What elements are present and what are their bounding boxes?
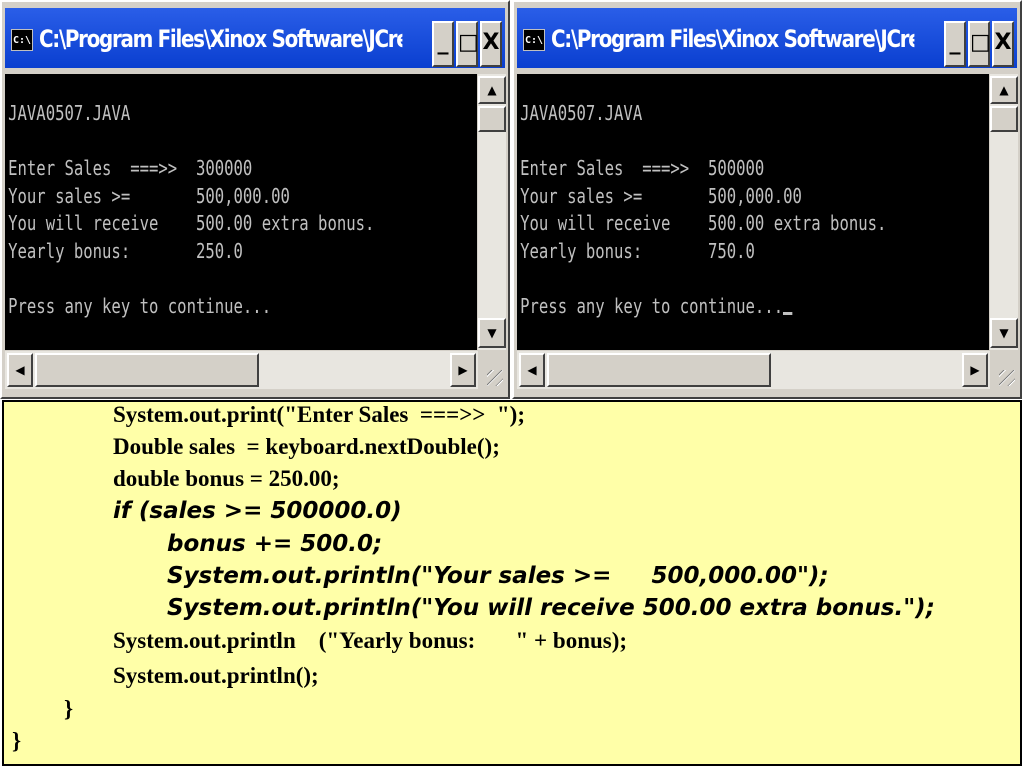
console-line: You will receive 500.00 extra bonus. <box>520 211 887 235</box>
code-line: bonus += 500.0; <box>167 531 383 557</box>
scroll-right-arrow-icon[interactable]: ▶ <box>962 353 988 387</box>
code-line: System.out.print("Enter Sales ===>> "); <box>113 402 525 427</box>
vertical-scroll-thumb[interactable] <box>990 106 1018 132</box>
code-line: if (sales >= 500000.0) <box>113 498 402 524</box>
close-button[interactable]: X <box>480 21 502 67</box>
console-prompt: Press any key to continue... <box>520 293 784 318</box>
text-cursor <box>783 311 793 315</box>
maximize-button[interactable]: □ <box>968 21 991 67</box>
window-title: C:\Program Files\Xinox Software\JCreator… <box>39 25 402 53</box>
code-line: Double sales = keyboard.nextDouble(); <box>113 434 500 459</box>
console-window-right: C:\ C:\Program Files\Xinox Software\JCre… <box>512 0 1022 399</box>
console-icon[interactable]: C:\ <box>11 29 33 51</box>
minimize-button[interactable]: _ <box>944 21 966 67</box>
code-line: } <box>64 696 74 721</box>
resize-grip-icon[interactable] <box>990 351 1018 389</box>
code-line: System.out.println("You will receive 500… <box>167 595 935 621</box>
console-line: Enter Sales ===>> 300000 <box>8 156 253 180</box>
console-header: JAVA0507.JAVA <box>8 101 131 125</box>
maximize-button[interactable]: □ <box>456 21 479 67</box>
resize-grip-icon[interactable] <box>478 351 506 389</box>
code-line: System.out.println(); <box>113 663 319 688</box>
console-output[interactable]: JAVA0507.JAVA Enter Sales ===>> 500000 Y… <box>517 74 989 350</box>
console-output[interactable]: JAVA0507.JAVA Enter Sales ===>> 300000 Y… <box>5 74 477 350</box>
scroll-down-arrow-icon[interactable]: ▼ <box>478 318 506 348</box>
console-line: Enter Sales ===>> 500000 <box>520 156 765 180</box>
scroll-left-arrow-icon[interactable]: ◀ <box>519 353 545 387</box>
horizontal-scrollbar[interactable]: ◀ ▶ <box>5 351 478 389</box>
console-line: Your sales >= 500,000.00 <box>520 183 802 208</box>
code-line: } <box>12 728 22 753</box>
console-header: JAVA0507.JAVA <box>520 101 643 125</box>
minimize-button[interactable]: _ <box>432 21 454 67</box>
console-line: Yearly bonus: 250.0 <box>8 238 243 263</box>
close-button[interactable]: X <box>992 21 1014 67</box>
code-line: double bonus = 250.00; <box>113 466 340 491</box>
title-bar[interactable]: C:\ C:\Program Files\Xinox Software\JCre… <box>517 8 1017 68</box>
horizontal-scroll-thumb[interactable] <box>547 353 771 387</box>
window-title: C:\Program Files\Xinox Software\JCreator… <box>551 25 914 53</box>
console-line: Your sales >= 500,000.00 <box>8 183 290 208</box>
scroll-right-arrow-icon[interactable]: ▶ <box>450 353 476 387</box>
scroll-down-arrow-icon[interactable]: ▼ <box>990 318 1018 348</box>
horizontal-scroll-thumb[interactable] <box>35 353 259 387</box>
console-prompt: Press any key to continue... <box>8 293 272 318</box>
scroll-left-arrow-icon[interactable]: ◀ <box>7 353 33 387</box>
vertical-scroll-thumb[interactable] <box>478 106 506 132</box>
console-line: Yearly bonus: 750.0 <box>520 238 755 263</box>
code-panel: System.out.print("Enter Sales ===>> "); … <box>2 400 1022 766</box>
scroll-up-arrow-icon[interactable]: ▲ <box>990 76 1018 104</box>
console-line: You will receive 500.00 extra bonus. <box>8 211 375 235</box>
console-window-left: C:\ C:\Program Files\Xinox Software\JCre… <box>0 0 510 399</box>
code-line: System.out.println("Your sales >= 500,00… <box>167 563 829 589</box>
vertical-scrollbar[interactable]: ▲ ▼ <box>990 74 1018 350</box>
code-line: System.out.println ("Yearly bonus: " + b… <box>113 628 628 653</box>
console-icon[interactable]: C:\ <box>523 29 545 51</box>
vertical-scrollbar[interactable]: ▲ ▼ <box>478 74 506 350</box>
title-bar[interactable]: C:\ C:\Program Files\Xinox Software\JCre… <box>5 8 505 68</box>
scroll-up-arrow-icon[interactable]: ▲ <box>478 76 506 104</box>
horizontal-scrollbar[interactable]: ◀ ▶ <box>517 351 990 389</box>
